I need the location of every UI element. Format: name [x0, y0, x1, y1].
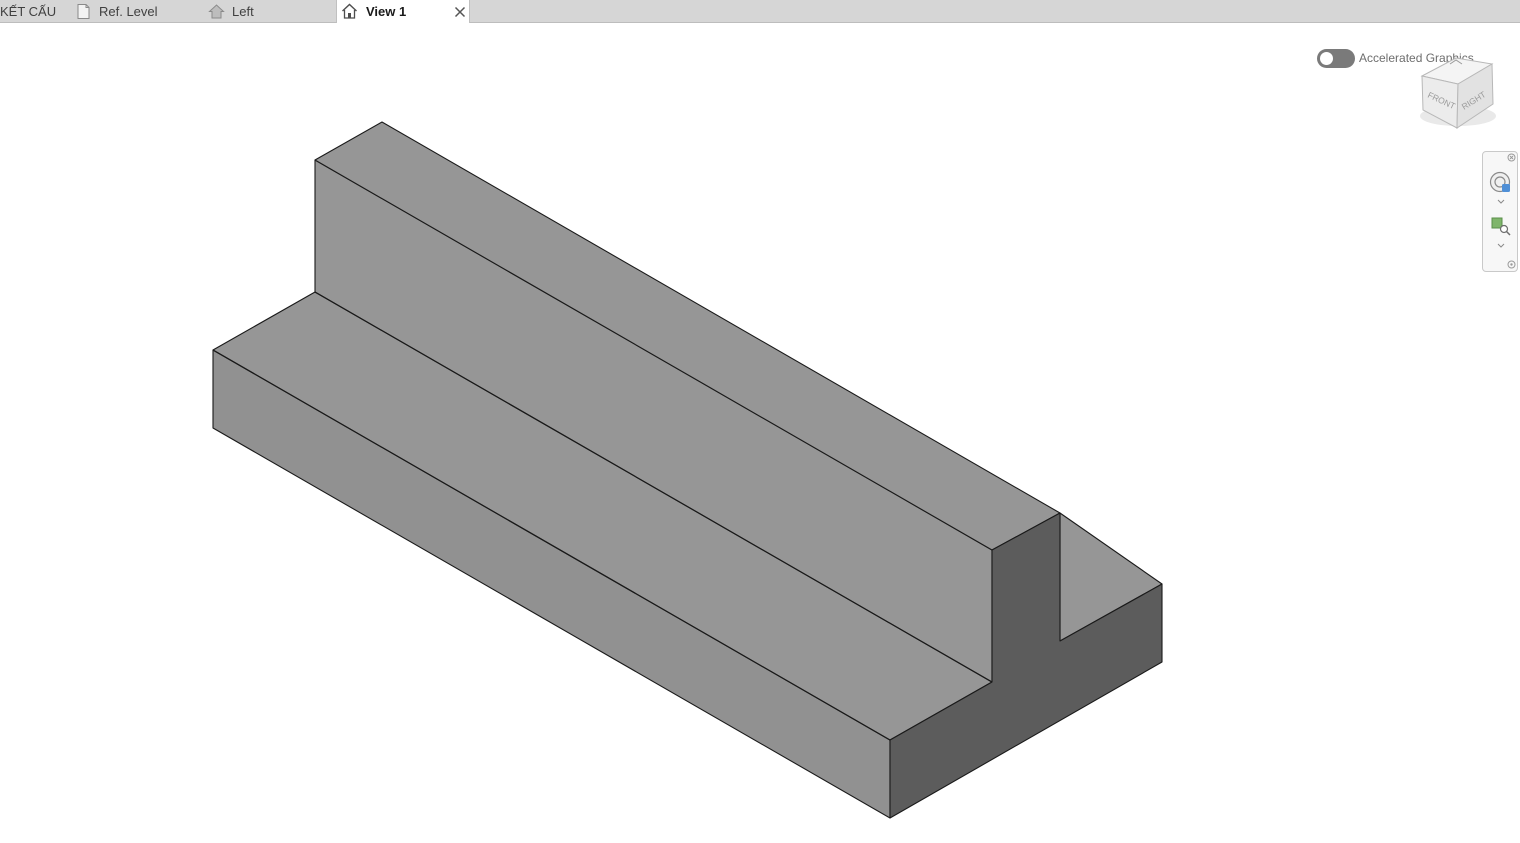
- chevron-down-icon[interactable]: [1497, 243, 1505, 249]
- close-icon[interactable]: [452, 4, 468, 20]
- tab-label: View 1: [366, 4, 407, 19]
- navbar-close-icon[interactable]: [1507, 153, 1516, 162]
- view-tab-bar: KẾT CẤU Ref. Level Left View 1: [0, 0, 1520, 23]
- zoom-region-icon[interactable]: [1490, 216, 1512, 236]
- tab-label: Left: [232, 4, 254, 19]
- toggle-knob: [1320, 52, 1333, 65]
- sheet-icon: [75, 3, 92, 20]
- navbar-options-icon[interactable]: [1507, 260, 1516, 269]
- tab-ket-cau[interactable]: KẾT CẤU: [0, 0, 70, 23]
- tab-left[interactable]: Left: [204, 0, 332, 23]
- model-canvas[interactable]: [0, 23, 1520, 843]
- viewcube[interactable]: FRONT RIGHT: [1412, 44, 1504, 136]
- 3d-viewport[interactable]: Accelerated Graphics FRONT RIGHT: [0, 23, 1520, 843]
- elevation-icon: [208, 3, 225, 20]
- chevron-down-icon[interactable]: [1497, 199, 1505, 205]
- tab-label: Ref. Level: [99, 4, 158, 19]
- tab-label: KẾT CẤU: [0, 4, 57, 19]
- tab-view-1[interactable]: View 1: [336, 0, 470, 23]
- toggle-switch[interactable]: [1317, 49, 1355, 68]
- navigation-bar: [1482, 151, 1518, 272]
- steering-wheel-icon[interactable]: [1488, 170, 1514, 196]
- tab-ref-level[interactable]: Ref. Level: [72, 0, 200, 23]
- house-3d-icon: [341, 3, 358, 20]
